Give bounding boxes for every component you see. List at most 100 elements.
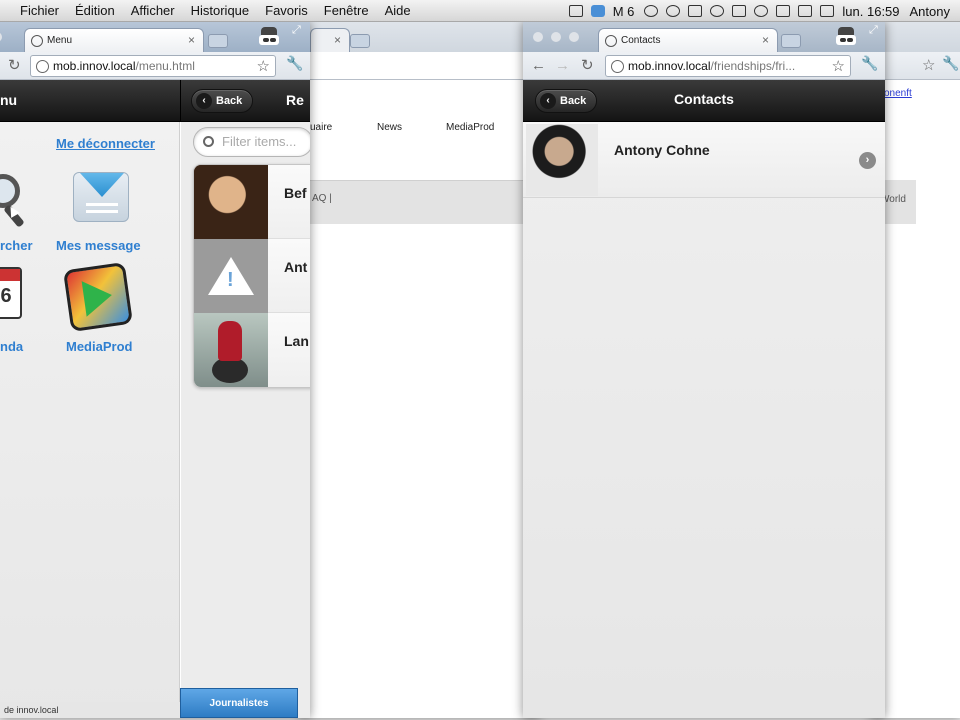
nav-mediaprod[interactable]: MediaProd <box>446 122 494 133</box>
url-path: /friendships/fri... <box>710 59 796 73</box>
browser-tab[interactable]: × <box>310 28 350 52</box>
sync-icon[interactable] <box>666 5 681 17</box>
new-tab-button[interactable] <box>781 34 801 48</box>
globe-icon <box>611 60 624 73</box>
list-item[interactable]: ! Ant <box>194 239 310 313</box>
back-label: Back <box>216 95 243 107</box>
page-title: nu <box>0 92 18 108</box>
close-icon[interactable]: × <box>188 33 195 47</box>
phone-icon[interactable] <box>688 5 703 17</box>
list-item[interactable]: Lan <box>194 313 310 387</box>
back-arrow-icon[interactable]: ← <box>531 56 546 76</box>
content-bar: AQ | <box>300 180 540 224</box>
star-icon[interactable]: ☆ <box>832 57 845 75</box>
window-controls <box>533 32 587 42</box>
menu-grid: Me déconnecter rcher Mes message 6 nda M… <box>0 122 180 718</box>
zoom-window-button[interactable] <box>569 32 579 42</box>
filter-placeholder: Filter items... <box>222 134 297 149</box>
new-tab-button[interactable] <box>350 34 370 48</box>
reload-icon[interactable]: ↻ <box>8 56 21 76</box>
nav-annuaire[interactable]: uaire <box>310 122 332 133</box>
globe-icon <box>605 34 617 47</box>
logout-link[interactable]: Me déconnecter <box>56 136 155 151</box>
tabstrip: × <box>300 22 540 52</box>
sub-header-title: Re <box>286 92 304 108</box>
url-host: mob.innov.local <box>628 59 711 73</box>
forward-arrow-icon[interactable]: → <box>555 56 570 76</box>
avatar <box>526 124 598 196</box>
tabstrip: Contacts × ⤢ <box>523 22 885 52</box>
star-icon[interactable]: ☆ <box>922 56 935 76</box>
tab-journalistes[interactable]: Journalistes <box>180 688 298 718</box>
incognito-icon <box>835 25 857 47</box>
volume-icon[interactable] <box>776 5 791 17</box>
menu-label-rechercher[interactable]: rcher <box>0 238 33 253</box>
close-window-button[interactable] <box>533 32 543 42</box>
avatar <box>194 313 268 387</box>
tab-menu[interactable]: Menu × <box>24 28 204 52</box>
wifi-icon[interactable] <box>754 5 769 17</box>
wrench-icon[interactable]: 🔧 <box>942 55 959 72</box>
time-machine-icon[interactable] <box>710 5 725 17</box>
menu-fenetre[interactable]: Fenêtre <box>324 3 369 18</box>
tab-contacts[interactable]: Contacts × <box>598 28 778 52</box>
m6-status[interactable]: M 6 <box>613 4 635 19</box>
close-icon[interactable]: × <box>762 33 769 47</box>
url-host: mob.innov.local <box>53 59 136 73</box>
nav-news[interactable]: News <box>377 122 402 133</box>
menu-label-messages[interactable]: Mes message <box>56 238 141 253</box>
page-link[interactable]: onenft <box>884 88 912 99</box>
film-icon[interactable] <box>62 261 134 333</box>
list-item[interactable]: Bef <box>194 165 310 239</box>
avatar <box>194 165 268 239</box>
address-bar[interactable]: mob.innov.local/friendships/fri... ☆ <box>605 55 851 77</box>
menubar-user[interactable]: Antony <box>910 4 950 19</box>
globe-icon <box>36 60 49 73</box>
menu-afficher[interactable]: Afficher <box>131 3 175 18</box>
zoom-button[interactable] <box>0 32 2 42</box>
battery-icon[interactable] <box>798 5 813 17</box>
tab-title: Contacts <box>621 35 661 46</box>
menu-label-mediaprod[interactable]: MediaProd <box>66 339 132 354</box>
menu-edition[interactable]: Édition <box>75 3 115 18</box>
star-icon[interactable]: ☆ <box>257 57 270 75</box>
calendar-number: 6 <box>0 285 12 307</box>
reload-icon[interactable]: ↻ <box>581 56 594 76</box>
calendar-icon[interactable]: 6 <box>0 267 22 319</box>
mac-menubar: Fichier Édition Afficher Historique Favo… <box>0 0 960 22</box>
menubar-clock[interactable]: lun. 16:59 <box>842 4 899 19</box>
camera-icon[interactable] <box>568 5 583 17</box>
envelope-icon[interactable] <box>73 172 129 222</box>
toolbar: ← → ↻ mob.innov.local/friendships/fri...… <box>523 52 885 80</box>
resize-icon[interactable]: ⤢ <box>292 24 301 37</box>
wine-icon[interactable] <box>644 5 659 17</box>
menu-aide[interactable]: Aide <box>385 3 411 18</box>
resize-icon[interactable]: ⤢ <box>869 24 878 37</box>
input-flag-icon[interactable] <box>820 5 835 17</box>
filter-input[interactable]: Filter items... <box>193 127 310 157</box>
menu-historique[interactable]: Historique <box>191 3 250 18</box>
list-item-name: Ant <box>284 259 308 275</box>
browser-window-menu: Menu × ⤢ ↻ mob.innov.local/menu.html ☆ 🔧… <box>0 22 310 718</box>
minimize-window-button[interactable] <box>551 32 561 42</box>
chevron-right-icon[interactable]: › <box>859 152 876 169</box>
menu-fichier[interactable]: Fichier <box>20 3 59 18</box>
bluetooth-icon[interactable] <box>732 5 747 17</box>
browser-window-middle: × uaire News MediaProd AQ | <box>300 22 540 718</box>
close-icon[interactable]: × <box>334 33 341 47</box>
wrench-icon[interactable]: 🔧 <box>286 55 303 72</box>
tabstrip: Menu × ⤢ <box>0 22 310 52</box>
wrench-icon[interactable]: 🔧 <box>861 55 878 72</box>
address-bar[interactable]: mob.innov.local/menu.html ☆ <box>30 55 276 77</box>
sub-list-pane: Filter items... Bef ! Ant Lan <box>181 122 310 718</box>
menu-header: nu <box>0 80 180 122</box>
contact-item[interactable]: Antony Cohne › <box>523 122 885 198</box>
tab-title: Menu <box>47 35 73 46</box>
app-status-icon[interactable] <box>590 5 605 17</box>
back-button[interactable]: ‹ Back <box>191 89 254 113</box>
menu-label-agenda[interactable]: nda <box>0 339 23 354</box>
menu-favoris[interactable]: Favoris <box>265 3 308 18</box>
new-tab-button[interactable] <box>208 34 228 48</box>
globe-icon <box>31 34 43 47</box>
magnifier-icon[interactable] <box>0 174 20 208</box>
